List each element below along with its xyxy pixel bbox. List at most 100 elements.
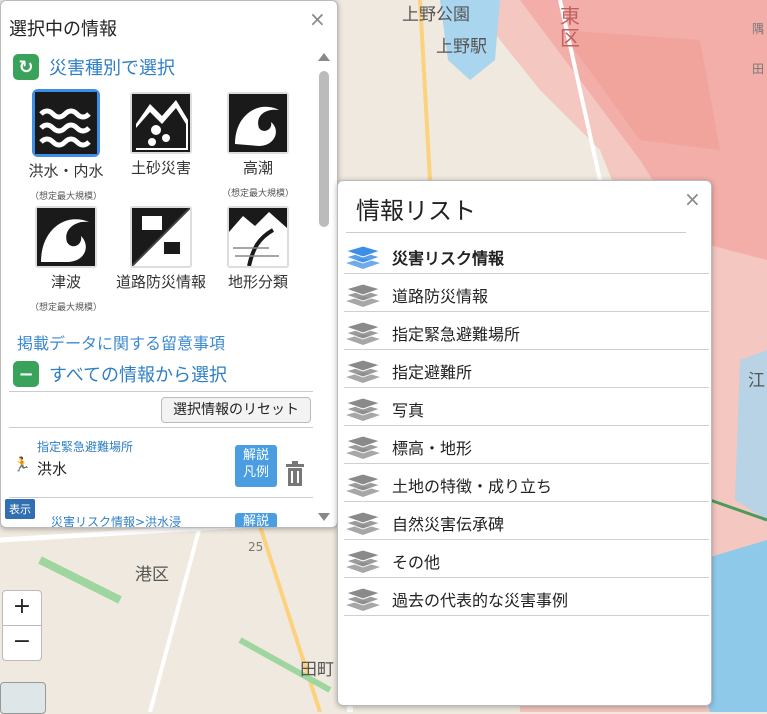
info-list-panel: 情報リスト × 災害リスク情報 道路防災情報指定緊急避難場所指定避難所 写真標高・地… bbox=[337, 180, 712, 706]
hazard-note: （想定最大規模） bbox=[221, 189, 294, 199]
map-label-minato-ku: 港区 bbox=[135, 565, 169, 585]
map-label-east-edge-2: 隅 bbox=[752, 22, 765, 36]
hazard-label: 洪水・内水 bbox=[28, 162, 104, 180]
hazard-label: 津波 bbox=[50, 273, 81, 291]
divider bbox=[344, 577, 709, 578]
section-all-info[interactable]: − すべての情報から選択 bbox=[13, 361, 227, 387]
info-list-item-label: 道路防災情報 bbox=[392, 287, 489, 306]
layers-icon bbox=[344, 283, 382, 307]
info-list-item[interactable]: 土地の特徴・成り立ち bbox=[338, 465, 711, 502]
hazard-landslide-button[interactable]: 土砂災害 bbox=[116, 92, 206, 178]
divider bbox=[344, 273, 709, 274]
trash-icon[interactable] bbox=[284, 461, 306, 487]
info-list-item[interactable]: 災害リスク情報 bbox=[338, 237, 711, 274]
close-icon[interactable]: × bbox=[684, 189, 701, 209]
map-label-east-edge-3: 田 bbox=[752, 62, 765, 76]
info-list-item[interactable]: 写真 bbox=[338, 389, 711, 426]
info-list-item[interactable]: 自然災害伝承碑 bbox=[338, 503, 711, 540]
hazard-tsunami-button[interactable]: 津波 （想定最大規模） bbox=[21, 206, 111, 313]
panel-title: 選択中の情報 bbox=[9, 19, 117, 40]
scroll-down-icon[interactable] bbox=[318, 513, 330, 521]
layers-icon bbox=[344, 587, 382, 611]
selected-item-category: 災害リスク情報>洪水浸 bbox=[51, 515, 182, 528]
hazard-label: 土砂災害 bbox=[130, 159, 191, 177]
info-list-item-label: 指定緊急避難場所 bbox=[392, 325, 521, 344]
zoom-out-button[interactable]: − bbox=[2, 625, 42, 661]
map-label-tamachi: 田町 bbox=[300, 660, 334, 680]
hazard-label: 道路防災情報 bbox=[116, 273, 207, 291]
layers-icon bbox=[344, 245, 382, 269]
layers-icon bbox=[344, 473, 382, 497]
divider bbox=[9, 391, 313, 392]
panel-scrollbar[interactable] bbox=[317, 51, 331, 525]
info-list-item-label: 土地の特徴・成り立ち bbox=[392, 477, 553, 496]
info-list-item-label: 自然災害伝承碑 bbox=[392, 515, 505, 534]
section-label: 災害種別で選択 bbox=[49, 58, 175, 79]
divider bbox=[9, 497, 313, 498]
layers-icon bbox=[344, 321, 382, 345]
info-list-item-label: 標高・地形 bbox=[392, 439, 473, 458]
hazard-flood-button[interactable]: 洪水・内水 （想定最大規模） bbox=[21, 89, 111, 202]
info-list-item-label: 過去の代表的な災害事例 bbox=[392, 591, 569, 610]
scroll-thumb[interactable] bbox=[319, 71, 329, 227]
hazard-note: （想定最大規模） bbox=[29, 192, 102, 202]
landslide-icon bbox=[130, 92, 192, 154]
minus-icon: − bbox=[13, 361, 39, 387]
road-disaster-icon bbox=[130, 206, 192, 268]
divider bbox=[344, 615, 709, 616]
map-label-ward-2: 区 bbox=[560, 26, 580, 50]
divider bbox=[344, 311, 709, 312]
layers-icon bbox=[344, 435, 382, 459]
minimap-thumbnail[interactable] bbox=[0, 682, 46, 714]
divider bbox=[344, 425, 709, 426]
info-list-item[interactable]: その他 bbox=[338, 541, 711, 578]
storm-surge-icon bbox=[227, 92, 289, 154]
divider bbox=[9, 427, 313, 428]
info-list-item[interactable]: 標高・地形 bbox=[338, 427, 711, 464]
hazard-terrain-button[interactable]: 地形分類 bbox=[213, 206, 303, 292]
hazard-storm-surge-button[interactable]: 高潮 （想定最大規模） bbox=[213, 92, 303, 199]
divider bbox=[344, 501, 709, 502]
map-label-route-25: 25 bbox=[248, 540, 264, 554]
section-label: すべての情報から選択 bbox=[49, 365, 228, 386]
map-label-ueno-park: 上野公園 bbox=[402, 5, 470, 25]
divider bbox=[344, 463, 709, 464]
show-badge[interactable]: 表示 bbox=[5, 499, 35, 519]
close-icon[interactable]: × bbox=[309, 9, 326, 29]
layers-icon bbox=[344, 397, 382, 421]
info-list-item-label: 災害リスク情報 bbox=[392, 249, 505, 268]
zoom-in-button[interactable]: + bbox=[2, 590, 42, 626]
map-label-east-edge: 江 bbox=[748, 371, 765, 391]
info-list-item[interactable]: 指定緊急避難場所 bbox=[338, 313, 711, 350]
info-list-item-label: その他 bbox=[392, 553, 441, 572]
scroll-up-icon[interactable] bbox=[318, 53, 330, 61]
evacuation-runner-icon: 🏃 bbox=[13, 457, 31, 473]
map-label-ueno-station: 上野駅 bbox=[436, 37, 487, 57]
terrain-classification-icon bbox=[227, 206, 289, 268]
info-list-item[interactable]: 道路防災情報 bbox=[338, 275, 711, 312]
legend-button-line2: 凡例 bbox=[242, 465, 269, 480]
selected-info-panel: 選択中の情報 × ↻ 災害種別で選択 洪水・内水 （想定最大規模） 土砂災害 高… bbox=[0, 0, 338, 528]
hazard-road-button[interactable]: 道路防災情報 bbox=[116, 206, 206, 292]
info-list-item[interactable]: 指定避難所 bbox=[338, 351, 711, 388]
panel-title: 情報リスト bbox=[356, 197, 476, 225]
divider bbox=[344, 349, 709, 350]
reset-selection-button[interactable]: 選択情報のリセット bbox=[161, 397, 311, 423]
layers-icon bbox=[344, 511, 382, 535]
divider bbox=[346, 232, 686, 233]
selected-item-name: 洪水 bbox=[37, 460, 68, 478]
legend-button[interactable]: 解説 bbox=[235, 513, 277, 527]
legend-button-line1: 解説 bbox=[242, 448, 269, 463]
tsunami-icon bbox=[35, 206, 97, 268]
selected-item-category: 指定緊急避難場所 bbox=[37, 440, 134, 454]
info-list-item[interactable]: 過去の代表的な災害事例 bbox=[338, 579, 711, 616]
divider bbox=[344, 387, 709, 388]
legend-button[interactable]: 解説 凡例 bbox=[235, 445, 277, 487]
layers-icon bbox=[344, 549, 382, 573]
notice-link[interactable]: 掲載データに関する留意事項 bbox=[17, 330, 225, 354]
section-by-hazard-type[interactable]: ↻ 災害種別で選択 bbox=[13, 54, 175, 80]
hazard-label: 高潮 bbox=[242, 159, 273, 177]
back-arrow-icon: ↻ bbox=[13, 54, 39, 80]
flood-icon bbox=[32, 89, 100, 157]
hazard-label: 地形分類 bbox=[227, 273, 288, 291]
